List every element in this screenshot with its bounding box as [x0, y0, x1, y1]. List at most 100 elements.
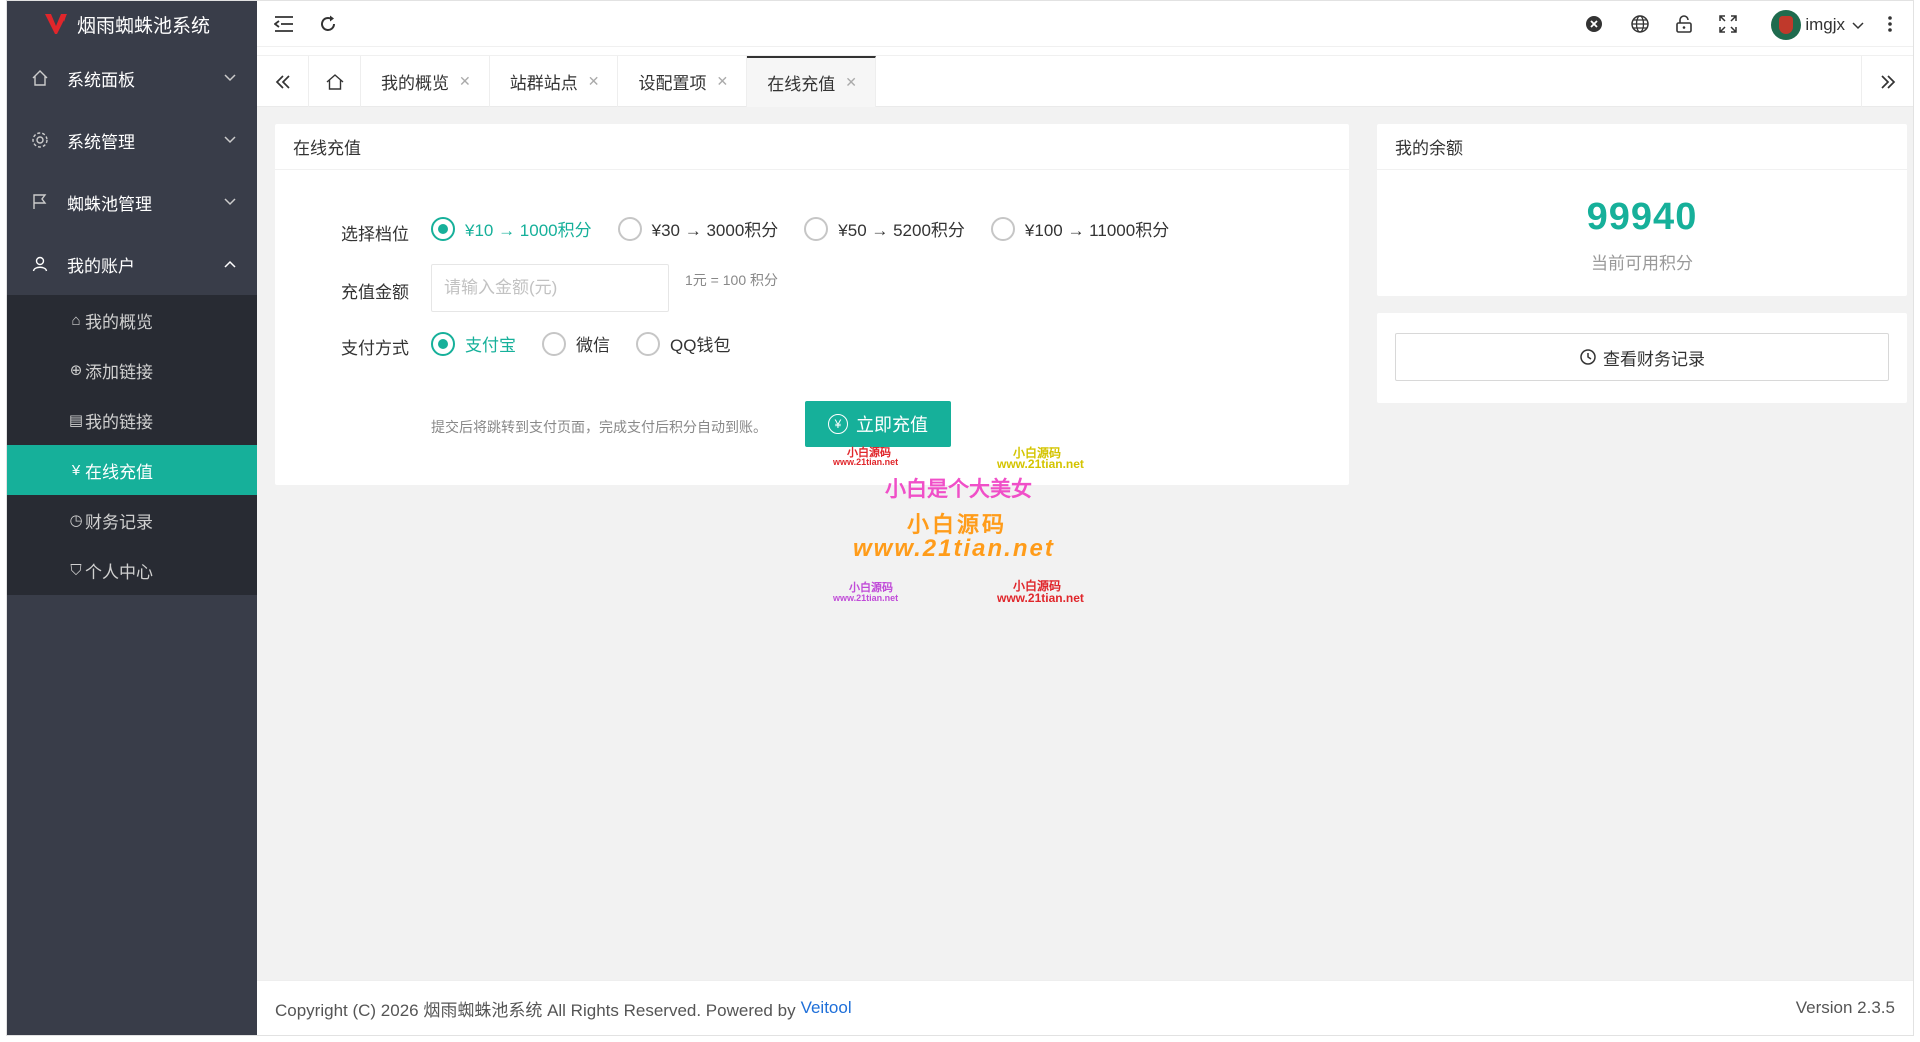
- tier-option-10[interactable]: ¥10 → 1000积分: [431, 216, 592, 241]
- tab-recharge[interactable]: 在线充值 ✕: [747, 56, 876, 107]
- submenu-item-overview[interactable]: ⌂ 我的概览: [7, 295, 257, 345]
- card-title: 我的余额: [1377, 124, 1907, 170]
- tab-site-group[interactable]: 站群站点 ✕: [490, 56, 619, 107]
- sidebar-item-system-manage[interactable]: 系统管理: [7, 109, 257, 171]
- submenu-item-my-links[interactable]: ▤ 我的链接: [7, 395, 257, 445]
- sidebar: 烟雨蜘蛛池系统 系统面板 系统管理 蜘蛛池管理 我的账户 ⌂ 我的概览 ⊕ 添加…: [7, 1, 257, 1035]
- submenu-item-label: 个人中心: [85, 562, 153, 582]
- tier-radio-group: ¥10 → 1000积分 ¥30 → 3000积分 ¥50 → 5200积分 ¥…: [431, 216, 1195, 241]
- submenu-item-finance[interactable]: ◷ 财务记录: [7, 495, 257, 545]
- submenu-item-label: 在线充值: [85, 462, 153, 482]
- payment-label: 支付方式: [341, 339, 409, 358]
- submenu-item-profile[interactable]: ⛉ 个人中心: [7, 545, 257, 595]
- tab-bar: 我的概览 ✕ 站群站点 ✕ 设配置项 ✕ 在线充值 ✕: [257, 55, 1913, 107]
- lock-icon[interactable]: [1673, 13, 1695, 35]
- card-title: 在线充值: [275, 124, 1349, 170]
- tier-option-100[interactable]: ¥100 → 11000积分: [990, 216, 1170, 241]
- tab-list: 我的概览 ✕ 站群站点 ✕ 设配置项 ✕ 在线充值 ✕: [361, 56, 876, 107]
- tab-label: 在线充值: [767, 75, 836, 94]
- more-vertical-icon[interactable]: [1879, 13, 1901, 35]
- footer-link[interactable]: Veitool: [801, 998, 852, 1018]
- tab-label: 我的概览: [381, 74, 449, 93]
- app-title: 烟雨蜘蛛池系统: [77, 15, 211, 37]
- sidebar-item-label: 系统面板: [67, 70, 135, 90]
- sidebar-item-system-panel[interactable]: 系统面板: [7, 47, 257, 109]
- sidebar-item-label: 蜘蛛池管理: [67, 194, 152, 214]
- radio-icon: [990, 216, 1015, 241]
- yen-icon: ¥: [71, 461, 81, 479]
- payment-option-alipay[interactable]: 支付宝: [431, 331, 516, 356]
- close-icon[interactable]: ✕: [588, 73, 600, 90]
- tab-overview[interactable]: 我的概览 ✕: [361, 56, 490, 107]
- fullscreen-icon[interactable]: [1717, 13, 1739, 35]
- collapse-menu-icon[interactable]: [273, 13, 295, 35]
- view-finance-label: 查看财务记录: [1603, 349, 1705, 369]
- amount-input[interactable]: [431, 264, 669, 312]
- payment-option-label: 支付宝: [465, 336, 516, 355]
- chevron-down-icon: [224, 74, 236, 82]
- sidebar-item-my-account[interactable]: 我的账户: [7, 233, 257, 295]
- sidebar-item-spider-pool[interactable]: 蜘蛛池管理: [7, 171, 257, 233]
- tabs-scroll-left-icon[interactable]: [257, 56, 309, 107]
- submenu-item-label: 我的概览: [85, 312, 153, 332]
- logo-icon: [45, 14, 67, 34]
- payment-option-wechat[interactable]: 微信: [542, 331, 610, 356]
- close-icon[interactable]: ✕: [459, 73, 471, 90]
- clock-icon: [1580, 349, 1596, 365]
- tabs-scroll-right-icon[interactable]: [1861, 56, 1913, 107]
- tier-label: 选择档位: [341, 225, 409, 244]
- user-icon: [31, 255, 49, 273]
- globe-icon[interactable]: [1629, 13, 1651, 35]
- submit-hint: 提交后将跳转到支付页面，完成支付后积分自动到账。: [431, 419, 767, 435]
- tier-option-50[interactable]: ¥50 → 5200积分: [804, 216, 965, 241]
- recharge-card: 在线充值 选择档位 ¥10 → 1000积分 ¥30 → 3000积分 ¥50 …: [275, 124, 1349, 485]
- home-icon: [31, 69, 49, 87]
- payment-radio-group: 支付宝 微信 QQ钱包: [431, 331, 756, 356]
- shield-icon: ⛉: [70, 561, 82, 579]
- tab-config[interactable]: 设配置项 ✕: [618, 56, 748, 107]
- sidebar-item-label: 我的账户: [67, 256, 135, 276]
- user-menu[interactable]: imgjx: [1771, 9, 1865, 41]
- recharge-submit-button[interactable]: ¥ 立即充值: [805, 401, 951, 447]
- close-icon[interactable]: ✕: [845, 74, 857, 91]
- close-icon[interactable]: ✕: [716, 73, 728, 90]
- tier-option-label: ¥100 → 11000积分: [1024, 221, 1170, 240]
- tab-home[interactable]: [309, 56, 361, 107]
- watermark-small-url: www.21tian.net: [833, 593, 899, 603]
- radio-icon: [617, 216, 642, 241]
- submenu-item-label: 添加链接: [85, 362, 153, 382]
- chevron-down-icon: [224, 136, 236, 144]
- watermark-small-url: www.21tian.net: [833, 457, 899, 467]
- submenu-item-label: 财务记录: [85, 512, 153, 532]
- close-circle-icon[interactable]: [1583, 13, 1605, 35]
- footer-version: Version 2.3.5: [1795, 998, 1895, 1017]
- tier-option-30[interactable]: ¥30 → 3000积分: [617, 216, 779, 241]
- submenu-item-label: 我的链接: [85, 412, 153, 432]
- app-logo[interactable]: 烟雨蜘蛛池系统: [7, 1, 257, 47]
- document-icon: ▤: [68, 412, 84, 429]
- rate-hint: 1元 = 100 积分: [685, 272, 778, 288]
- footer: Copyright (C) 2026 烟雨蜘蛛池系统 All Rights Re…: [257, 980, 1913, 1035]
- chevron-up-icon: [224, 260, 236, 268]
- radio-icon: [636, 331, 660, 356]
- radio-icon: [804, 216, 829, 241]
- top-header: imgjx: [257, 1, 1913, 47]
- view-finance-button[interactable]: 查看财务记录: [1395, 333, 1889, 381]
- submenu-item-add-link[interactable]: ⊕ 添加链接: [7, 345, 257, 395]
- tier-option-label: ¥50 → 5200积分: [838, 221, 965, 240]
- clock-icon: ◷: [69, 512, 83, 529]
- sidebar-item-label: 系统管理: [67, 132, 135, 152]
- chevron-down-icon: [224, 198, 236, 206]
- submenu-item-recharge[interactable]: ¥ 在线充值: [7, 445, 257, 495]
- payment-option-qq[interactable]: QQ钱包: [636, 331, 730, 356]
- plus-circle-icon: ⊕: [69, 362, 83, 379]
- tier-option-label: ¥30 → 3000积分: [651, 221, 779, 240]
- refresh-icon[interactable]: [317, 13, 339, 35]
- username: imgjx: [1805, 15, 1845, 34]
- tier-option-label: ¥10 → 1000积分: [465, 221, 592, 240]
- tab-label: 设配置项: [638, 74, 707, 93]
- radio-icon: [542, 331, 566, 356]
- finance-card: 查看财务记录: [1377, 313, 1907, 403]
- account-submenu: ⌂ 我的概览 ⊕ 添加链接 ▤ 我的链接 ¥ 在线充值 ◷ 财务记录 ⛉ 个人中…: [7, 295, 257, 595]
- radio-checked-icon: [431, 331, 455, 356]
